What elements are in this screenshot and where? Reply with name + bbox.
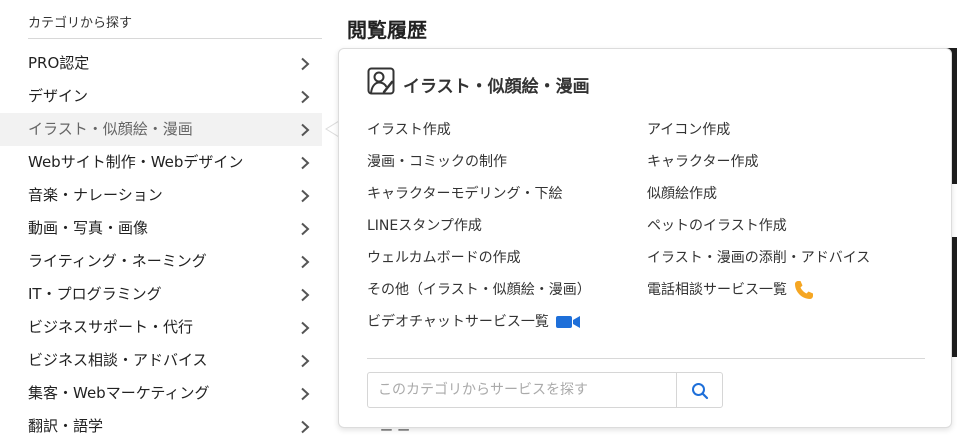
chevron-right-icon: [300, 146, 314, 179]
sidebar-item[interactable]: PRO認定: [0, 47, 322, 80]
chevron-right-icon: [300, 47, 314, 80]
subcategory-link[interactable]: ウェルカムボードの作成: [367, 247, 521, 267]
subcategory-link[interactable]: キャラクターモデリング・下絵: [367, 183, 562, 203]
subcategory-link[interactable]: 漫画・コミックの制作: [367, 151, 507, 171]
subcategory-link-label: その他（イラスト・似顔絵・漫画）: [367, 282, 591, 298]
subcategory-link-label: イラスト・漫画の添削・アドバイス: [647, 250, 871, 266]
sidebar-title: カテゴリから探す: [28, 16, 133, 31]
sidebar-item-label: Webサイト制作・Webデザイン: [28, 153, 244, 171]
category-list: PRO認定デザインイラスト・似顔絵・漫画 Webサイト制作・Webデザイン 音楽・ナ…: [0, 47, 322, 443]
subcategory-link-label: アイコン作成: [647, 122, 731, 138]
sidebar-item-label: デザイン: [28, 87, 89, 105]
category-search-input[interactable]: [368, 373, 676, 407]
subcategory-link-label: 漫画・コミックの制作: [367, 154, 507, 170]
sidebar-item[interactable]: デザイン: [0, 80, 322, 113]
sidebar-item[interactable]: Webサイト制作・Webデザイン: [0, 146, 322, 179]
flyout-pointer: [325, 121, 339, 137]
subcategory-link-label: ビデオチャットサービス一覧: [367, 314, 549, 330]
subcategory-link[interactable]: 電話相談サービス一覧: [647, 279, 815, 301]
sidebar-item[interactable]: 動画・写真・画像: [0, 212, 322, 245]
sidebar-item[interactable]: IT・プログラミング: [0, 278, 322, 311]
subcategory-link[interactable]: 似顔絵作成: [647, 183, 717, 203]
subcategory-link[interactable]: ビデオチャットサービス一覧: [367, 311, 581, 331]
category-flyout: イラスト・似顔絵・漫画 イラスト作成漫画・コミックの制作キャラクターモデリング・…: [338, 48, 952, 428]
sidebar-item-label: 動画・写真・画像: [28, 219, 149, 237]
flyout-divider: [367, 358, 925, 359]
subcategory-link-label: ペットのイラスト作成: [647, 218, 787, 234]
chevron-right-icon: [300, 278, 314, 311]
sidebar-item[interactable]: ライティング・ネーミング: [0, 245, 322, 278]
sidebar-item-label: ライティング・ネーミング: [28, 252, 207, 270]
sidebar-item[interactable]: 翻訳・語学: [0, 410, 322, 443]
subcategory-link-label: イラスト作成: [367, 122, 451, 138]
sidebar-item-label: ビジネス相談・アドバイス: [28, 351, 208, 369]
sidebar-item[interactable]: 音楽・ナレーション: [0, 179, 322, 212]
subcategory-link[interactable]: イラスト作成: [367, 119, 451, 139]
subcategory-link-label: 電話相談サービス一覧: [647, 282, 787, 298]
sidebar-item[interactable]: イラスト・似顔絵・漫画: [0, 113, 322, 146]
sidebar-divider: [28, 38, 322, 39]
sidebar-item[interactable]: ビジネス相談・アドバイス: [0, 344, 322, 377]
chevron-right-icon: [300, 311, 314, 344]
sidebar-item-label: 集客・Webマーケティング: [28, 384, 210, 402]
chevron-right-icon: [300, 377, 314, 410]
subcategory-link-label: LINEスタンプ作成: [367, 218, 482, 234]
subcategory-link-label: キャラクター作成: [647, 154, 759, 170]
subcategory-link[interactable]: キャラクター作成: [647, 151, 758, 171]
chevron-right-icon: [300, 212, 314, 245]
sidebar-item-label: ビジネスサポート・代行: [28, 318, 194, 336]
search-button[interactable]: [676, 373, 722, 407]
subcategory-link-label: ウェルカムボードの作成: [367, 250, 521, 266]
chevron-right-icon: [300, 113, 314, 146]
chevron-right-icon: [300, 179, 314, 212]
subcategory-link[interactable]: その他（イラスト・似顔絵・漫画）: [367, 279, 591, 299]
subcategory-link[interactable]: イラスト・漫画の添削・アドバイス: [647, 247, 870, 267]
category-search: [367, 372, 723, 408]
sidebar-item[interactable]: 集客・Webマーケティング: [0, 377, 322, 410]
flyout-title: イラスト・似顔絵・漫画: [403, 77, 590, 97]
chevron-right-icon: [300, 245, 314, 278]
chevron-right-icon: [300, 410, 314, 443]
phone-icon: [787, 281, 815, 299]
chevron-right-icon: [300, 80, 314, 113]
subcategory-link[interactable]: LINEスタンプ作成: [367, 215, 482, 235]
sidebar-item-label: 翻訳・語学: [28, 417, 104, 435]
video-camera-icon: [549, 314, 581, 330]
page-title: 閲覧履歴: [347, 18, 427, 42]
sidebar-item-label: イラスト・似顔絵・漫画: [28, 120, 193, 138]
chevron-right-icon: [300, 344, 314, 377]
search-icon: [692, 383, 709, 400]
sidebar-item-label: 音楽・ナレーション: [28, 186, 163, 204]
subcategory-link[interactable]: ペットのイラスト作成: [647, 215, 787, 235]
category-sidebar: カテゴリから探す PRO認定デザインイラスト・似顔絵・漫画 Webサイト制作・We…: [0, 0, 322, 435]
sidebar-item-label: IT・プログラミング: [28, 285, 162, 303]
subcategory-link[interactable]: アイコン作成: [647, 119, 730, 139]
subcategory-link-label: 似顔絵作成: [647, 186, 717, 202]
person-drawing-icon: [367, 67, 395, 99]
sidebar-item-label: PRO認定: [28, 54, 90, 72]
sidebar-item[interactable]: ビジネスサポート・代行: [0, 311, 322, 344]
subcategory-link-label: キャラクターモデリング・下絵: [367, 186, 563, 202]
